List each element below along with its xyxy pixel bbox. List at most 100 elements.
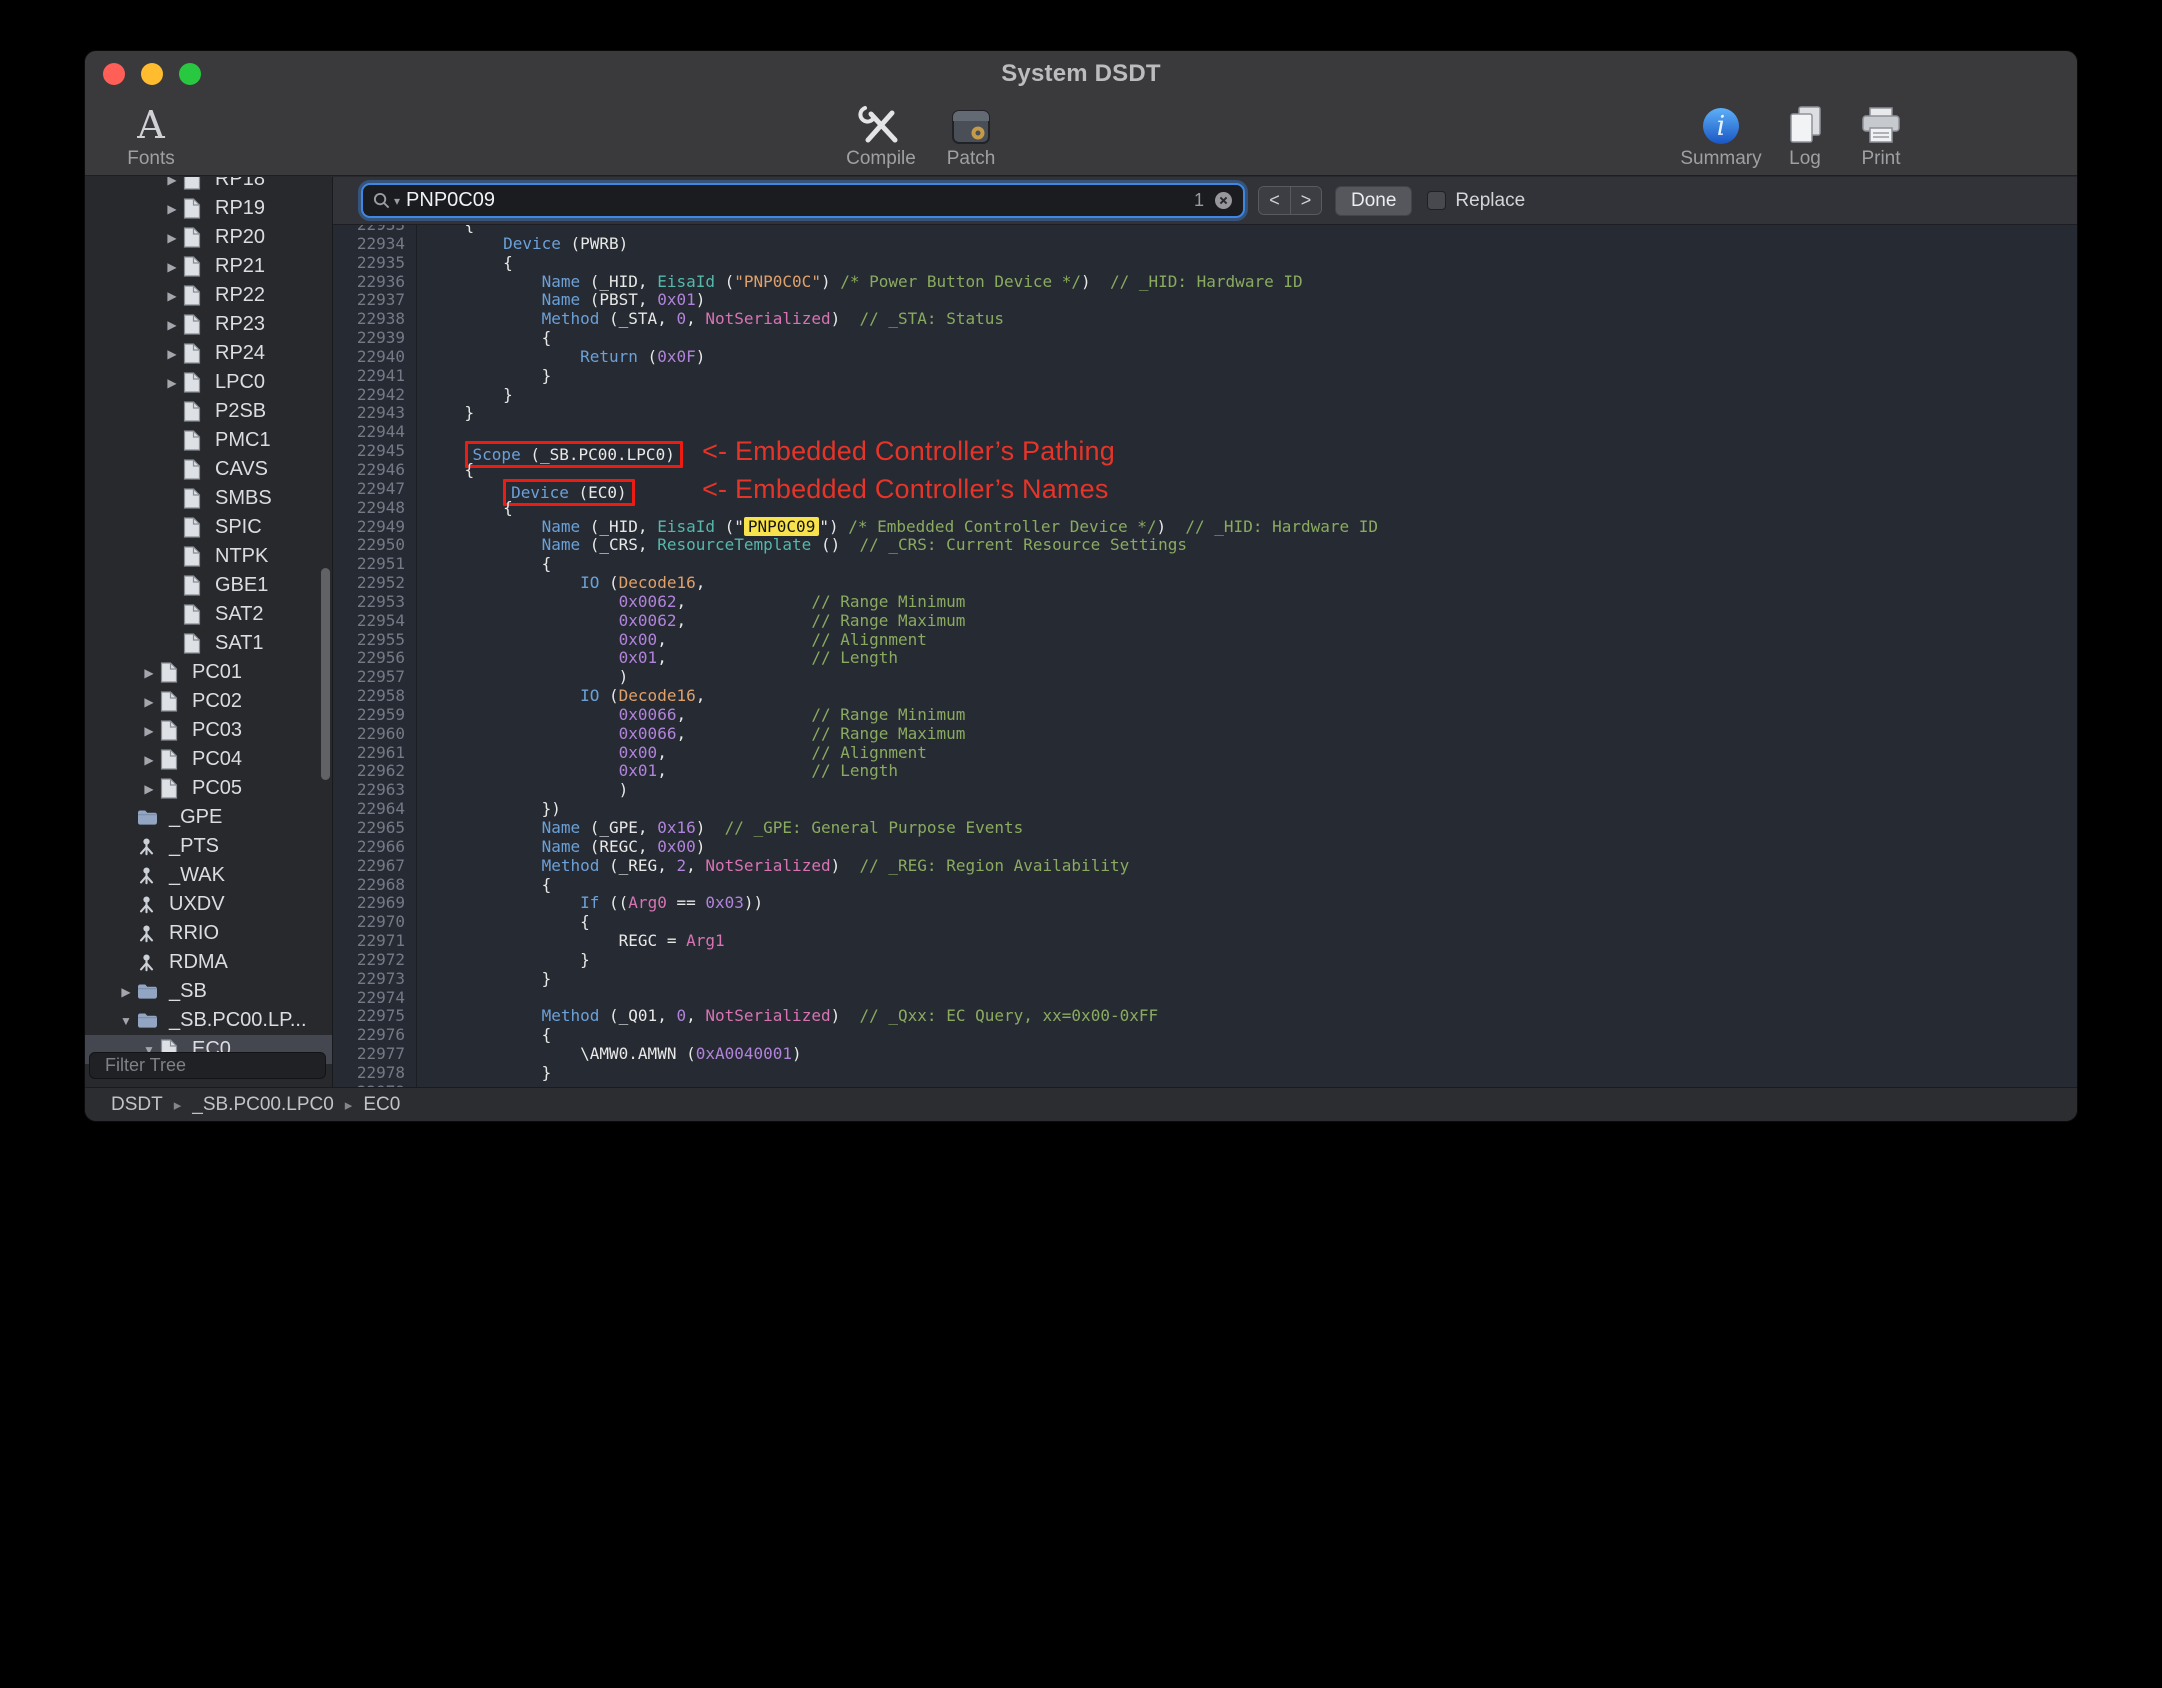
- code-token: (_GPE,: [580, 818, 658, 837]
- search-field[interactable]: ▾ 1: [361, 183, 1245, 218]
- find-next-button[interactable]: >: [1290, 187, 1321, 214]
- disclosure-right-icon[interactable]: ▶: [138, 695, 160, 709]
- filter-tree-input[interactable]: [105, 1055, 332, 1076]
- breadcrumb-item[interactable]: DSDT: [111, 1094, 163, 1116]
- line-number: 22934: [333, 234, 417, 254]
- disclosure-right-icon[interactable]: ▶: [161, 347, 183, 361]
- sidebar-item-label: NTPK: [215, 545, 269, 567]
- minimize-button[interactable]: [141, 63, 163, 85]
- sidebar-item-pc03[interactable]: ▶ PC03: [85, 716, 332, 745]
- sidebar-item-rrio[interactable]: RRIO: [85, 919, 332, 948]
- sidebar-item-sat2[interactable]: SAT2: [85, 600, 332, 629]
- code-token: Device: [503, 233, 561, 253]
- line-number: 22955: [333, 630, 417, 650]
- code-line: 22956 0x01, // Length: [333, 648, 2077, 669]
- disclosure-down-icon[interactable]: ▼: [115, 1014, 137, 1028]
- disclosure-right-icon[interactable]: ▶: [161, 202, 183, 216]
- sidebar-item-_gpe[interactable]: _GPE: [85, 803, 332, 832]
- code-token: (_HID,: [580, 516, 658, 536]
- replace-option: Replace: [1427, 190, 1525, 212]
- sidebar-item-gbe1[interactable]: GBE1: [85, 571, 332, 600]
- sidebar-item-rp19[interactable]: ▶ RP19: [85, 194, 332, 223]
- sidebar-item-p2sb[interactable]: P2SB: [85, 397, 332, 426]
- summary-button[interactable]: i Summary: [1673, 99, 1769, 170]
- code-token: 0x00: [618, 629, 658, 649]
- patch-button[interactable]: Patch: [923, 99, 1019, 170]
- sidebar-item-pmc1[interactable]: PMC1: [85, 426, 332, 455]
- sidebar-item-rp20[interactable]: ▶ RP20: [85, 223, 332, 252]
- code-token: }: [426, 949, 590, 969]
- titlebar[interactable]: System DSDT: [85, 51, 2077, 97]
- fonts-button[interactable]: A Fonts: [103, 99, 199, 170]
- sidebar-item-smbs[interactable]: SMBS: [85, 484, 332, 513]
- code-text: IO (Decode16,: [417, 686, 705, 706]
- sidebar-item-_pts[interactable]: _PTS: [85, 832, 332, 861]
- doc-icon: [183, 285, 208, 306]
- find-bar: ▾ 1 < > Done Rep: [333, 177, 2077, 225]
- sidebar-item-rp18[interactable]: ▶ RP18: [85, 177, 332, 194]
- breadcrumb-item[interactable]: EC0: [363, 1094, 400, 1116]
- sidebar-item-pc04[interactable]: ▶ PC04: [85, 745, 332, 774]
- done-button[interactable]: Done: [1335, 185, 1413, 216]
- sidebar-item-pc01[interactable]: ▶ PC01: [85, 658, 332, 687]
- disclosure-right-icon[interactable]: ▶: [138, 753, 160, 767]
- filter-tree-field[interactable]: [89, 1052, 332, 1079]
- sidebar-item-_wak[interactable]: _WAK: [85, 861, 332, 890]
- code-text: Device (PWRB): [417, 233, 628, 254]
- code-token: If: [580, 893, 600, 913]
- disclosure-right-icon[interactable]: ▶: [138, 782, 160, 796]
- disclosure-right-icon[interactable]: ▶: [115, 985, 137, 999]
- disclosure-right-icon[interactable]: ▶: [161, 376, 183, 390]
- sidebar-item-ntpk[interactable]: NTPK: [85, 542, 332, 571]
- sidebar-item-sat1[interactable]: SAT1: [85, 629, 332, 658]
- sidebar-scrollbar[interactable]: [321, 568, 330, 780]
- sidebar-item-pc05[interactable]: ▶ PC05: [85, 774, 332, 803]
- code-line: 22970 {: [333, 912, 2077, 933]
- code-token: }: [426, 403, 475, 423]
- sidebar-item-spic[interactable]: SPIC: [85, 513, 332, 542]
- code-token: ,: [686, 1006, 706, 1026]
- clear-search-icon[interactable]: [1214, 191, 1233, 210]
- sidebar-item-rp23[interactable]: ▶ RP23: [85, 310, 332, 339]
- print-button[interactable]: Print: [1833, 99, 1929, 170]
- code-line: 22939 {: [333, 328, 2077, 348]
- annotation-text: <- Embedded Controller’s Names: [702, 473, 1109, 504]
- sidebar-item-_sb[interactable]: ▶ _SB: [85, 977, 332, 1006]
- sidebar-item-pc02[interactable]: ▶ PC02: [85, 687, 332, 716]
- doc-icon: [183, 604, 208, 625]
- disclosure-right-icon[interactable]: ▶: [161, 231, 183, 245]
- disclosure-right-icon[interactable]: ▶: [161, 318, 183, 332]
- sidebar-item-rp22[interactable]: ▶ RP22: [85, 281, 332, 310]
- sidebar-item-label: PC03: [192, 719, 243, 741]
- disclosure-right-icon[interactable]: ▶: [138, 724, 160, 738]
- sidebar-item-cavs[interactable]: CAVS: [85, 455, 332, 484]
- disclosure-right-icon[interactable]: ▶: [161, 289, 183, 303]
- disclosure-right-icon[interactable]: ▶: [161, 177, 183, 187]
- sidebar-item-rp24[interactable]: ▶ RP24: [85, 339, 332, 368]
- find-previous-button[interactable]: <: [1259, 187, 1290, 214]
- doc-icon: [183, 256, 208, 277]
- breadcrumb-item[interactable]: _SB.PC00.LPC0: [192, 1094, 334, 1116]
- code-text: 0x00, // Alignment: [417, 743, 927, 763]
- close-button[interactable]: [103, 63, 125, 85]
- compile-button[interactable]: Compile: [833, 99, 929, 170]
- search-menu-chevron-icon[interactable]: ▾: [394, 194, 400, 208]
- breadcrumb-separator: ▸: [344, 1096, 353, 1114]
- sidebar-item-rdma[interactable]: RDMA: [85, 948, 332, 977]
- code-editor[interactable]: 22933 {22934 Device (PWRB)22935 {22936 N…: [333, 225, 2077, 1087]
- zoom-button[interactable]: [179, 63, 201, 85]
- disclosure-right-icon[interactable]: ▶: [161, 260, 183, 274]
- sidebar-item-rp21[interactable]: ▶ RP21: [85, 252, 332, 281]
- sidebar-item-_sbpc00lp[interactable]: ▼ _SB.PC00.LP...: [85, 1006, 332, 1035]
- sidebar-item-uxdv[interactable]: UXDV: [85, 890, 332, 919]
- code-token: Name: [541, 535, 581, 555]
- disclosure-right-icon[interactable]: ▶: [138, 666, 160, 680]
- replace-checkbox[interactable]: [1427, 191, 1447, 210]
- sidebar-item-lpc0[interactable]: ▶ LPC0: [85, 368, 332, 397]
- code-token: ,: [676, 610, 812, 630]
- search-input[interactable]: [406, 189, 1190, 212]
